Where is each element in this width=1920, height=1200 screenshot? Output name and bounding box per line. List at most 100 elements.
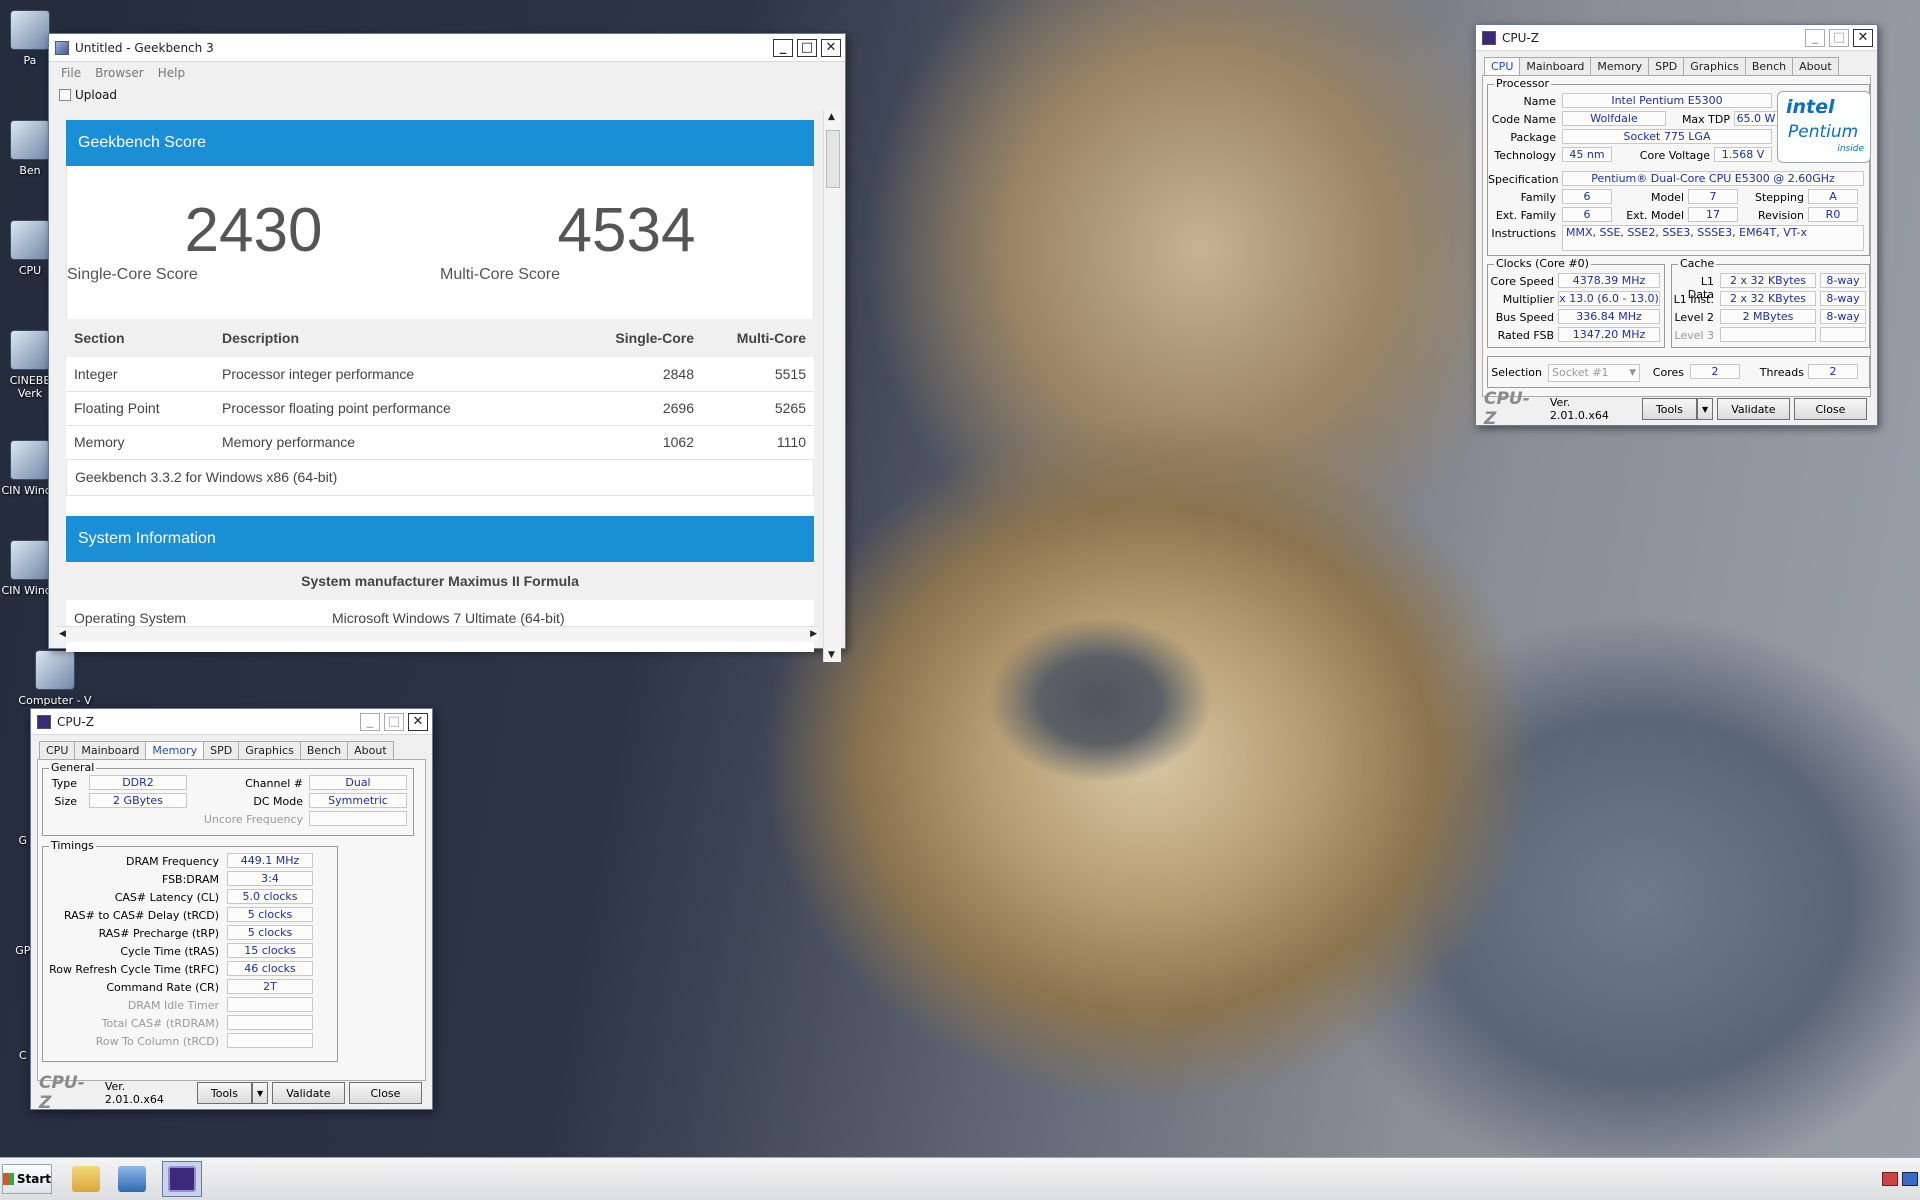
vertical-scrollbar[interactable]: ▲ ▼ bbox=[823, 110, 841, 662]
cpuz-titlebar[interactable]: CPU-Z _ □ ✕ bbox=[1476, 25, 1877, 51]
horizontal-scrollbar[interactable]: ◀ ▶ bbox=[57, 626, 819, 642]
tab-memory[interactable]: Memory bbox=[1590, 57, 1650, 75]
ext-family-label: Ext. Family bbox=[1495, 209, 1556, 222]
tray-action-center-icon[interactable] bbox=[1882, 1172, 1898, 1186]
size-label: Size bbox=[54, 795, 77, 808]
model-value: 7 bbox=[1688, 189, 1738, 204]
scroll-up-arrow[interactable]: ▲ bbox=[828, 112, 835, 122]
row-single: 1062 bbox=[582, 425, 702, 460]
menu-help[interactable]: Help bbox=[158, 66, 185, 80]
menu-browser[interactable]: Browser bbox=[95, 66, 144, 80]
taskbar-explorer[interactable] bbox=[66, 1161, 106, 1197]
tab-about[interactable]: About bbox=[1792, 57, 1839, 75]
geekbench-window: Untitled - Geekbench 3 _ □ ✕ File Browse… bbox=[48, 33, 846, 662]
single-core-score-label: Single-Core Score bbox=[67, 266, 198, 283]
os-label: Operating System bbox=[74, 609, 187, 626]
scroll-left-arrow[interactable]: ◀ bbox=[59, 629, 66, 639]
dc-mode-value: Symmetric bbox=[309, 793, 407, 808]
timing-label: DRAM Frequency bbox=[125, 855, 219, 868]
tab-graphics[interactable]: Graphics bbox=[1683, 57, 1746, 75]
validate-button[interactable]: Validate bbox=[271, 1082, 345, 1104]
tray-display-icon[interactable] bbox=[1902, 1172, 1918, 1186]
computer-desktop-icon[interactable]: Computer - V bbox=[0, 650, 110, 707]
cpuz-cpu-window: CPU-Z _ □ ✕ CPU Mainboard Memory SPD Gra… bbox=[1475, 24, 1878, 429]
tab-cpu[interactable]: CPU bbox=[39, 741, 76, 759]
timing-label: RAS# Precharge (tRP) bbox=[98, 927, 219, 940]
tab-cpu[interactable]: CPU bbox=[1484, 57, 1521, 75]
maximize-button[interactable]: □ bbox=[1829, 28, 1849, 47]
processor-group-title: Processor bbox=[1494, 77, 1551, 90]
dc-mode-label: DC Mode bbox=[253, 795, 303, 808]
package-label: Package bbox=[1510, 131, 1556, 144]
tab-about[interactable]: About bbox=[347, 741, 394, 759]
timing-label: Row To Column (tRCD) bbox=[95, 1035, 219, 1048]
tab-mainboard[interactable]: Mainboard bbox=[74, 741, 147, 759]
tab-mainboard[interactable]: Mainboard bbox=[1519, 57, 1592, 75]
minimize-button[interactable]: _ bbox=[773, 38, 793, 57]
desktop-app-icon bbox=[10, 540, 50, 580]
minimize-button[interactable]: _ bbox=[1805, 28, 1825, 47]
tools-button[interactable]: Tools bbox=[1641, 398, 1698, 420]
os-value: Microsoft Windows 7 Ultimate (64-bit) bbox=[332, 609, 565, 626]
close-button[interactable]: Close bbox=[1793, 398, 1868, 420]
timing-value bbox=[227, 1033, 313, 1048]
timing-value: 2T bbox=[227, 979, 313, 994]
technology-value: 45 nm bbox=[1562, 147, 1612, 162]
window-title: Untitled - Geekbench 3 bbox=[75, 40, 214, 55]
level3-ways bbox=[1820, 327, 1866, 342]
start-button[interactable]: Start bbox=[2, 1164, 52, 1194]
socket-select[interactable]: Socket #1 ▼ bbox=[1548, 364, 1640, 382]
l1-inst-label: L1 Inst. bbox=[1673, 293, 1714, 306]
cpuz-app-icon bbox=[1482, 30, 1496, 45]
tab-graphics[interactable]: Graphics bbox=[238, 741, 301, 759]
rated-fsb-label: Rated FSB bbox=[1497, 329, 1554, 342]
cpuz-titlebar[interactable]: CPU-Z _ □ ✕ bbox=[31, 709, 432, 735]
level2-label: Level 2 bbox=[1674, 311, 1714, 324]
score-summary: 2430 Single-Core Score 4534 Multi-Core S… bbox=[66, 166, 814, 319]
cpuz-footer: CPU-Z Ver. 2.01.0.x64 Tools ▼ Validate C… bbox=[39, 1073, 426, 1113]
timing-label: Command Rate (CR) bbox=[106, 981, 219, 994]
clocks-group-title: Clocks (Core #0) bbox=[1494, 257, 1591, 270]
cpuz-version: Ver. 2.01.0.x64 bbox=[1549, 396, 1609, 422]
scroll-thumb[interactable] bbox=[826, 130, 840, 188]
minimize-button[interactable]: _ bbox=[360, 712, 380, 731]
selection-bar: Selection Socket #1 ▼ Cores 2 Threads 2 bbox=[1487, 356, 1870, 388]
cpuz-logo: CPU-Z bbox=[1484, 389, 1530, 429]
row-multi: 5265 bbox=[702, 391, 814, 426]
tab-memory[interactable]: Memory bbox=[145, 741, 205, 759]
tools-dropdown-button[interactable]: ▼ bbox=[1697, 398, 1713, 420]
row-single: 2696 bbox=[582, 391, 702, 426]
windows-logo-icon bbox=[3, 1173, 14, 1185]
tab-bench[interactable]: Bench bbox=[299, 741, 349, 759]
taskbar-geekbench[interactable] bbox=[112, 1161, 152, 1197]
scroll-down-arrow[interactable]: ▼ bbox=[828, 650, 835, 660]
close-button[interactable]: ✕ bbox=[408, 712, 428, 731]
geekbench-titlebar[interactable]: Untitled - Geekbench 3 _ □ ✕ bbox=[49, 34, 845, 62]
cpuz-tabs: CPU Mainboard Memory SPD Graphics Bench … bbox=[31, 735, 432, 759]
tools-button[interactable]: Tools bbox=[196, 1082, 253, 1104]
tab-spd[interactable]: SPD bbox=[203, 741, 240, 759]
validate-button[interactable]: Validate bbox=[1716, 398, 1790, 420]
tools-dropdown-button[interactable]: ▼ bbox=[252, 1082, 268, 1104]
tab-bench[interactable]: Bench bbox=[1744, 57, 1794, 75]
multi-core-score-value: 4534 bbox=[557, 196, 696, 265]
taskbar-cpuz[interactable] bbox=[162, 1161, 202, 1197]
upload-button[interactable]: Upload bbox=[49, 84, 845, 106]
close-button[interactable]: ✕ bbox=[821, 38, 841, 57]
maximize-button[interactable]: □ bbox=[384, 712, 404, 731]
system-info-header: System Information bbox=[66, 515, 814, 562]
single-core-score: 2430 Single-Core Score bbox=[67, 166, 440, 319]
timing-value: 3:4 bbox=[227, 871, 313, 886]
scroll-right-arrow[interactable]: ▶ bbox=[810, 629, 817, 639]
close-button[interactable]: ✕ bbox=[1853, 28, 1873, 47]
menu-file[interactable]: File bbox=[61, 66, 81, 80]
l1-inst-ways: 8-way bbox=[1820, 291, 1866, 306]
size-value: 2 GBytes bbox=[89, 793, 187, 808]
upload-icon bbox=[59, 89, 71, 101]
computer-icon bbox=[35, 650, 75, 690]
close-button[interactable]: Close bbox=[348, 1082, 423, 1104]
maximize-button[interactable]: □ bbox=[797, 38, 817, 57]
timing-label: Row Refresh Cycle Time (tRFC) bbox=[49, 963, 219, 976]
tab-spd[interactable]: SPD bbox=[1648, 57, 1685, 75]
desktop-app-icon bbox=[10, 10, 50, 50]
